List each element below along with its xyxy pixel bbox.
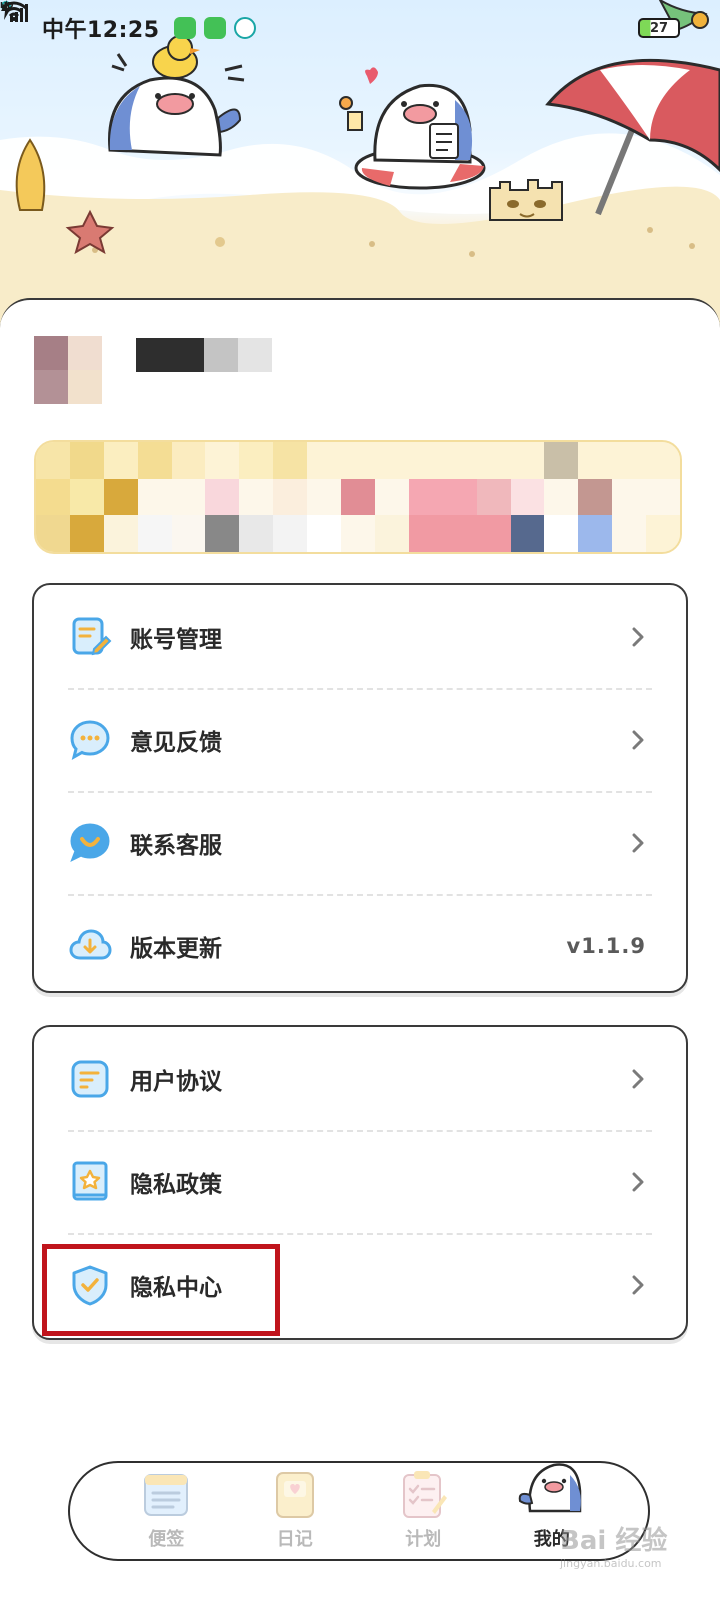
menu-user-agreement[interactable]: 用户协议 (34, 1027, 686, 1130)
battery-indicator: 27 (1, 0, 680, 38)
plan-checklist-icon (403, 1471, 448, 1518)
menu-label: 意见反馈 (130, 729, 222, 756)
status-indicators: HD 27 (0, 0, 680, 38)
menu-label: 联系客服 (130, 832, 222, 859)
settings-card-general: 账号管理 意见反馈 联系客服 版本更新 v1.1.9 (32, 583, 688, 993)
app-notification-icon (2, 3, 196, 39)
notification-icons (1, 1, 256, 39)
diary-notebook-icon (275, 1472, 314, 1518)
feedback-chat-icon (70, 719, 110, 760)
menu-label: 隐私政策 (130, 1171, 222, 1198)
battery-level: 27 (638, 18, 680, 38)
chevron-right-icon (632, 1069, 644, 1088)
chevron-right-icon (632, 1172, 644, 1191)
chevron-right-icon (632, 833, 644, 852)
nav-label: 日记 (276, 1529, 313, 1550)
menu-label: 版本更新 (130, 935, 222, 962)
customer-service-icon (70, 822, 110, 862)
menu-version-update[interactable]: 版本更新 v1.1.9 (34, 894, 686, 997)
nav-tab-notes[interactable]: 便签 (116, 1467, 216, 1551)
promo-banner[interactable] (34, 440, 682, 554)
menu-contact-support[interactable]: 联系客服 (34, 791, 686, 894)
chevron-right-icon (632, 1275, 644, 1294)
baidu-jingyan-watermark: Bai 经验 jingyan.baidu.com (560, 1520, 710, 1590)
privacy-policy-star-icon (72, 1161, 108, 1200)
menu-label: 账号管理 (130, 626, 222, 653)
menu-account-management[interactable]: 账号管理 (34, 585, 686, 688)
notes-calendar-icon (144, 1474, 189, 1516)
menu-privacy-policy[interactable]: 隐私政策 (34, 1130, 686, 1233)
shark-mascot-icon (518, 1463, 581, 1513)
header-illustration: 中午12:25 HD (0, 0, 720, 330)
watermark-url: jingyan.baidu.com (560, 1557, 662, 1570)
status-bar: 中午12:25 HD (0, 0, 720, 56)
watermark-main: Bai 经验 (560, 1526, 668, 1556)
chevron-right-icon (632, 627, 644, 646)
status-time: 中午12:25 (42, 18, 160, 43)
highlight-annotation-box (42, 1244, 280, 1336)
charging-icon (1, 0, 11, 20)
nav-label: 便签 (148, 1529, 185, 1550)
app-version: v1.1.9 (566, 933, 646, 958)
cloud-download-icon (69, 928, 112, 959)
menu-label: 用户协议 (130, 1068, 222, 1095)
sync-notification-icon (1, 1, 256, 39)
avatar[interactable] (34, 336, 102, 404)
app-notification-icon (2, 3, 226, 39)
nav-tab-diary[interactable]: 日记 (245, 1467, 345, 1551)
menu-feedback[interactable]: 意见反馈 (34, 688, 686, 791)
nav-tab-plan[interactable]: 计划 (373, 1467, 473, 1551)
user-agreement-icon (71, 1060, 109, 1097)
account-doc-icon (72, 617, 112, 655)
nav-label: 计划 (405, 1529, 442, 1550)
chevron-right-icon (632, 730, 644, 749)
username-redacted (136, 338, 272, 372)
